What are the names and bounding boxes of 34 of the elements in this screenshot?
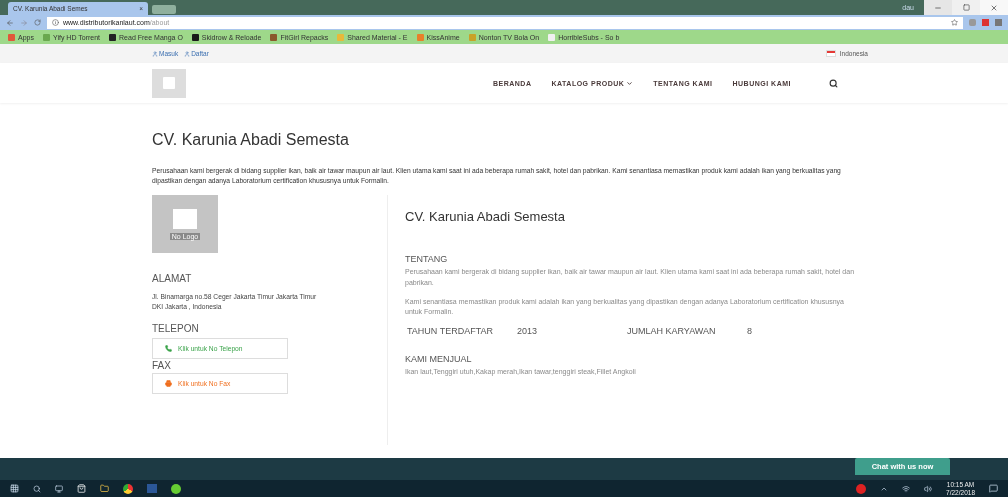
- page-title: CV. Karunia Abadi Semesta: [152, 131, 350, 149]
- start-icon[interactable]: [10, 484, 19, 493]
- phone-icon: [165, 344, 172, 352]
- stat-value: 2013: [517, 326, 539, 336]
- logo-mark-icon: [163, 77, 175, 89]
- section-heading: TELEPON: [152, 322, 200, 334]
- maximize-icon: [962, 4, 970, 11]
- back-icon[interactable]: [6, 18, 14, 27]
- section-heading: ALAMAT: [152, 273, 193, 285]
- task-view-icon[interactable]: [55, 484, 63, 493]
- user-icon: [184, 50, 191, 57]
- stat-value: 8: [747, 326, 753, 336]
- stat-label: JUMLAH KARYAWAN: [627, 326, 717, 336]
- record-icon[interactable]: [856, 483, 867, 494]
- user-icon: [152, 50, 158, 57]
- volume-icon[interactable]: [924, 484, 933, 493]
- stat-label: TAHUN TERDAFTAR: [407, 326, 494, 336]
- store-icon[interactable]: [77, 484, 86, 493]
- section-heading: KAMI MENJUAL: [405, 354, 473, 364]
- bookmark-star-icon[interactable]: [951, 19, 958, 26]
- close-icon: [990, 3, 998, 12]
- flag-icon: [825, 50, 836, 57]
- reload-icon[interactable]: [34, 19, 41, 26]
- notifications-icon[interactable]: [989, 484, 998, 493]
- logo-mark-icon: [173, 208, 197, 229]
- network-icon[interactable]: [902, 484, 911, 493]
- search-icon[interactable]: [829, 78, 838, 88]
- printer-icon: [165, 379, 172, 387]
- section-heading: TENTANG: [405, 254, 449, 265]
- info-icon: [52, 19, 59, 26]
- company-name: CV. Karunia Abadi Semesta: [405, 209, 566, 225]
- maximize-button[interactable]: [952, 0, 980, 15]
- section-heading: FAX: [152, 359, 172, 371]
- folder-icon[interactable]: [100, 484, 109, 493]
